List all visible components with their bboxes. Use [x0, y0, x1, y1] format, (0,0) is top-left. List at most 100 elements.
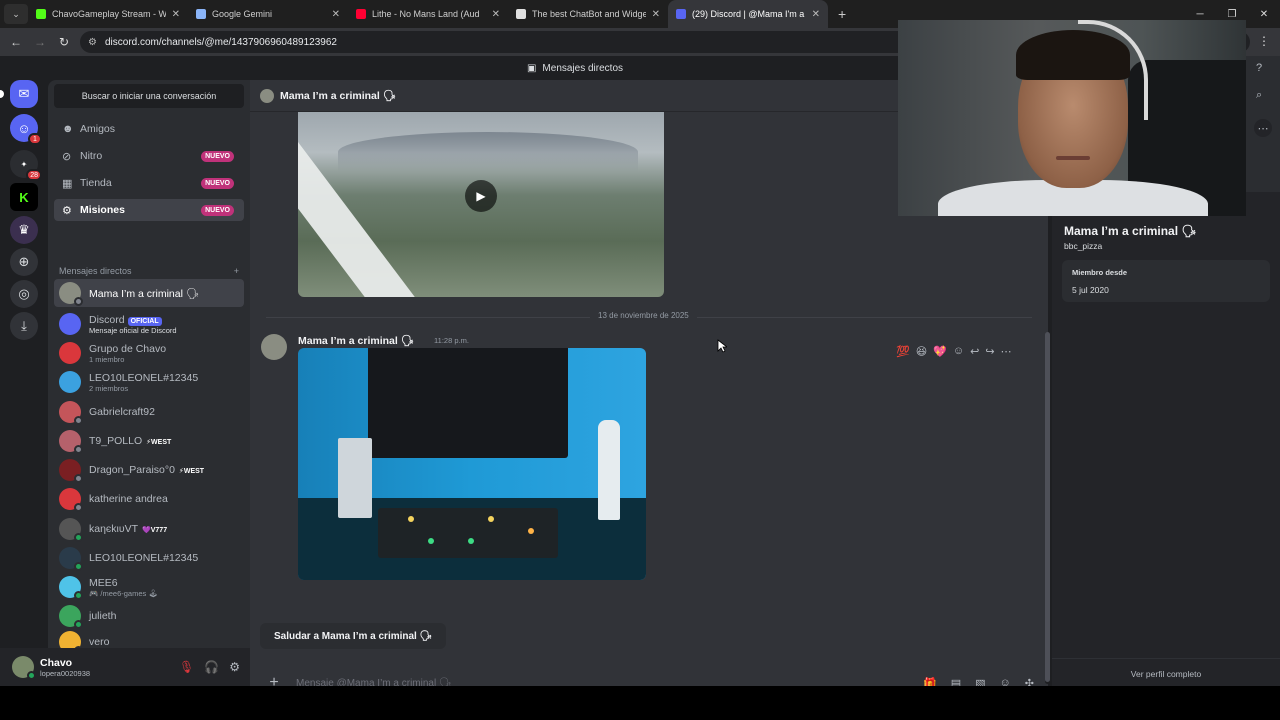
led-graphic — [428, 538, 434, 544]
add-reaction-icon[interactable]: ☺ — [953, 345, 964, 358]
close-tab-icon[interactable]: ✕ — [172, 9, 180, 20]
reaction-laugh-icon[interactable]: 😆 — [916, 345, 927, 358]
close-tab-icon[interactable]: ✕ — [332, 9, 340, 20]
search-icon[interactable]: ⌕ — [1256, 89, 1262, 102]
dm-item[interactable]: Mama I’m a criminal 🗣 — [54, 279, 244, 307]
download-icon: ⤓ — [21, 318, 27, 333]
back-icon[interactable]: ← — [4, 35, 28, 49]
dm-name: Mama I’m a criminal 🗣 — [89, 287, 200, 300]
dm-item[interactable]: LEO10LEONEL#12345 — [54, 544, 244, 572]
letterbox-bar — [0, 686, 1280, 720]
settings-gear-icon[interactable]: ⚙ — [229, 660, 240, 674]
download-button[interactable]: ⤓ — [10, 312, 38, 340]
tab-search-button[interactable]: ⌄ — [4, 4, 28, 24]
dm-icon: ▣ — [526, 62, 537, 74]
dm-item[interactable]: Grupo de Chavo 1 miembro — [54, 339, 244, 367]
help-icon[interactable]: ? — [1256, 62, 1262, 74]
dm-name: LEO10LEONEL#12345 — [89, 371, 199, 384]
url-text: discord.com/channels/@me/143790696048912… — [104, 36, 337, 48]
more-options-icon[interactable]: ⋯ — [1001, 345, 1012, 358]
status-indicator — [74, 503, 83, 512]
dm-item[interactable]: LEO10LEONEL#12345 2 miembros — [54, 368, 244, 396]
led-graphic — [528, 528, 534, 534]
tab-favicon-icon — [676, 9, 686, 19]
friends-icon: ☻ — [62, 123, 74, 135]
mic-muted-icon[interactable]: 🎙 — [179, 660, 194, 674]
reply-icon[interactable]: ↩ — [970, 345, 979, 358]
dm-item[interactable]: katherine andrea — [54, 485, 244, 513]
member-since-card: Miembro desde 5 jul 2020 — [1062, 260, 1270, 302]
profile-name: Mama I’m a criminal 🗣 — [1064, 224, 1197, 238]
create-dm-icon[interactable]: + — [234, 266, 239, 276]
user-tag: lopera0020938 — [40, 668, 91, 678]
status-indicator — [27, 671, 36, 680]
close-tab-icon[interactable]: ✕ — [492, 9, 500, 20]
browser-menu-icon[interactable]: ⋮ — [1258, 34, 1270, 48]
server-5[interactable]: ♛ — [10, 216, 38, 244]
forward-icon[interactable]: → — [28, 35, 52, 49]
status-indicator — [74, 620, 83, 629]
more-options-icon[interactable]: ⋯ — [1254, 119, 1272, 137]
avatar — [59, 342, 81, 364]
date-divider-label: 13 de noviembre de 2025 — [590, 311, 697, 320]
server-3[interactable]: ✦ 28 — [10, 150, 42, 181]
dm-item[interactable]: Discord OFICIAL Mensaje oficial de Discor… — [54, 310, 244, 338]
reaction-heart-icon[interactable]: 💖 — [933, 345, 947, 358]
site-info-icon[interactable]: ⚙ — [88, 37, 97, 48]
browser-tab-3[interactable]: Lithe - No Mans Land (Aud ✕ — [348, 0, 508, 28]
browser-tab-4[interactable]: The best ChatBot and Widgets ✕ — [508, 0, 668, 28]
tab-title: Google Gemini — [212, 9, 273, 19]
dm-name: Dragon_Paraiso°0 ⚡WEST — [89, 464, 205, 476]
discover-button[interactable]: ◎ — [10, 280, 38, 308]
browser-tab-5[interactable]: (29) Discord | @Mama I'm a cri ✕ — [668, 0, 828, 28]
status-indicator — [74, 533, 83, 542]
status-indicator — [74, 591, 83, 600]
nav-nitro[interactable]: ⊘ Nitro NUEVO — [54, 145, 244, 167]
kick-logo-icon: K — [19, 189, 29, 205]
reload-icon[interactable]: ↻ — [52, 35, 76, 49]
home-server[interactable]: ✉ — [10, 80, 38, 108]
play-icon[interactable]: ▶ — [465, 180, 497, 212]
dm-item[interactable]: kaηєkιυVT 💜V777 — [54, 515, 244, 543]
chat-header-title: Mama I’m a criminal 🗣 — [280, 90, 397, 102]
close-tab-icon[interactable]: ✕ — [652, 9, 660, 20]
wave-button[interactable]: Saludar a Mama I’m a criminal 🗣 — [260, 623, 447, 649]
reaction-100-icon[interactable]: 💯 — [896, 345, 910, 358]
view-full-profile-link[interactable]: Ver perfil completo — [1052, 658, 1280, 679]
status-indicator — [74, 416, 83, 425]
dm-item[interactable]: MEE6 🎮 /mee6-games 🕹 — [54, 573, 244, 601]
forward-icon[interactable]: ↪ — [985, 345, 994, 358]
dm-item[interactable]: julieth — [54, 602, 244, 630]
dm-sidebar: Buscar o iniciar una conversación ☻ Amig… — [48, 80, 250, 653]
dm-item[interactable]: Dragon_Paraiso°0 ⚡WEST — [54, 456, 244, 484]
message-avatar[interactable] — [261, 334, 287, 360]
avatar — [59, 430, 83, 454]
nav-quests[interactable]: ⚙ Misiones NUEVO — [54, 199, 244, 221]
video-attachment[interactable]: ▶ — [298, 112, 664, 297]
image-attachment[interactable] — [298, 348, 646, 580]
dm-item[interactable]: T9_POLLO ⚡WEST — [54, 427, 244, 455]
message-header: Mama I’m a criminal 🗣 11:28 p.m. — [298, 334, 469, 347]
server-rail: ✉ ☺ 1 ✦ 28 K ♛ ⊕ ◎ ⤓ — [0, 80, 48, 686]
browser-tab-2[interactable]: Google Gemini ✕ — [188, 0, 348, 28]
message-author[interactable]: Mama I’m a criminal 🗣 — [298, 334, 414, 347]
close-tab-icon[interactable]: ✕ — [812, 9, 820, 20]
add-server-button[interactable]: ⊕ — [10, 248, 38, 276]
close-window-icon[interactable]: ✕ — [1248, 0, 1280, 28]
dm-name: Gabrielcraft92 — [89, 406, 155, 418]
nav-label: Nitro — [80, 150, 103, 162]
browser-tab-1[interactable]: ChavoGameplay Stream - Watc ✕ — [28, 0, 188, 28]
user-avatar[interactable] — [12, 656, 36, 680]
search-button[interactable]: Buscar o iniciar una conversación — [54, 84, 244, 108]
dm-item[interactable]: Gabrielcraft92 — [54, 398, 244, 426]
tab-favicon-icon — [36, 9, 46, 19]
nav-label: Misiones — [80, 204, 125, 216]
dm-name: julieth — [89, 610, 117, 622]
nav-friends[interactable]: ☻ Amigos — [54, 118, 244, 140]
headphones-icon[interactable]: 🎧 — [204, 660, 219, 674]
new-tab-icon[interactable]: + — [838, 6, 846, 22]
scrollbar-thumb[interactable] — [1045, 332, 1050, 682]
kick-server[interactable]: K — [10, 183, 38, 211]
server-2[interactable]: ☺ 1 — [10, 114, 42, 145]
nav-shop[interactable]: ▦ Tienda NUEVO — [54, 172, 244, 194]
